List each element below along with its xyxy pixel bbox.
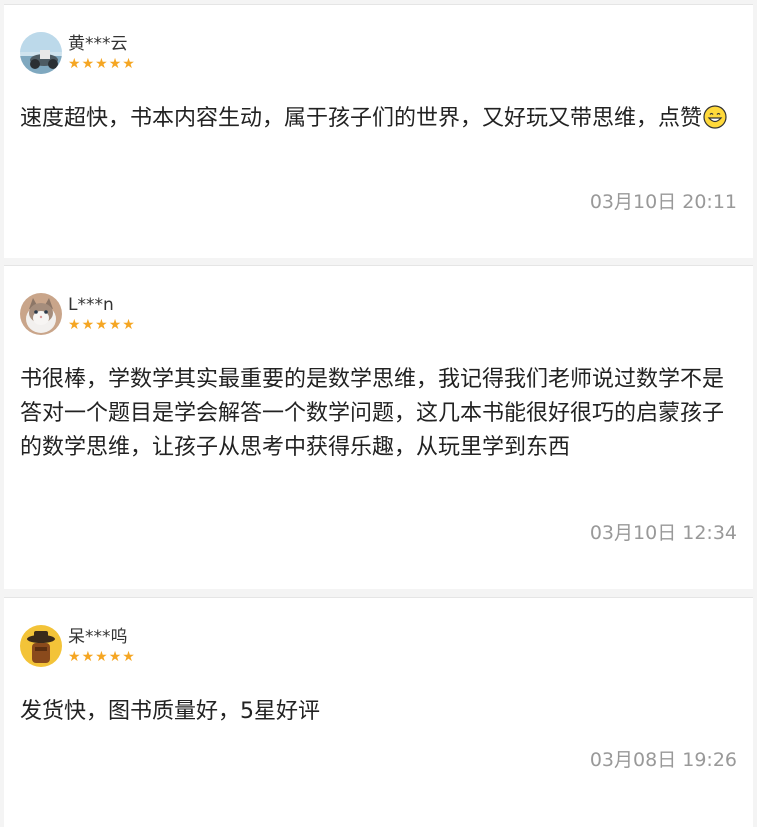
review-text-content: 速度超快，书本内容生动，属于孩子们的世界，又好玩又带思维，点赞 (20, 106, 703, 131)
review-list: 黄***云 ★ ★ ★ ★ ★ 速度超快，书本内容生动，属于孩子们的世界，又好玩… (0, 0, 757, 827)
star-icon: ★ (95, 649, 108, 665)
review-card: 黄***云 ★ ★ ★ ★ ★ 速度超快，书本内容生动，属于孩子们的世界，又好玩… (4, 4, 753, 258)
avatar[interactable] (20, 625, 62, 667)
review-date: 03月08日 19:26 (589, 749, 737, 771)
review-date: 03月10日 20:11 (589, 191, 737, 213)
review-card: 呆***呜 ★ ★ ★ ★ ★ 发货快，图书质量好，5星好评 03月08日 19… (4, 597, 753, 827)
star-icon: ★ (81, 56, 95, 72)
star-icon: ★ (68, 649, 81, 665)
star-icon: ★ (108, 317, 122, 333)
star-icon: ★ (122, 317, 135, 333)
star-icon: ★ (122, 56, 135, 72)
review-text: 速度超快，书本内容生动，属于孩子们的世界，又好玩又带思维，点赞 (20, 102, 737, 136)
star-icon: ★ (68, 317, 81, 333)
star-icon: ★ (68, 56, 81, 72)
star-rating: ★ ★ ★ ★ ★ (68, 649, 136, 665)
avatar[interactable] (20, 293, 62, 335)
star-icon: ★ (81, 317, 95, 333)
star-icon: ★ (95, 317, 108, 333)
review-card: L***n ★ ★ ★ ★ ★ 书很棒，学数学其实最重要的是数学思维，我记得我们… (4, 265, 753, 589)
star-icon: ★ (81, 649, 95, 665)
star-icon: ★ (108, 56, 122, 72)
user-name: L***n (68, 295, 114, 315)
review-date: 03月10日 12:34 (589, 522, 737, 544)
grinning-face-emoji-icon (703, 105, 727, 129)
star-rating: ★ ★ ★ ★ ★ (68, 317, 136, 333)
review-text: 发货快，图书质量好，5星好评 (20, 699, 320, 724)
user-name: 呆***呜 (68, 627, 128, 647)
star-icon: ★ (122, 649, 135, 665)
review-text: 书很棒，学数学其实最重要的是数学思维，我记得我们老师说过数学不是答对一个题目是学… (20, 367, 725, 460)
star-icon: ★ (95, 56, 108, 72)
user-name: 黄***云 (68, 34, 128, 54)
avatar[interactable] (20, 32, 62, 74)
star-icon: ★ (108, 649, 122, 665)
star-rating: ★ ★ ★ ★ ★ (68, 56, 136, 72)
